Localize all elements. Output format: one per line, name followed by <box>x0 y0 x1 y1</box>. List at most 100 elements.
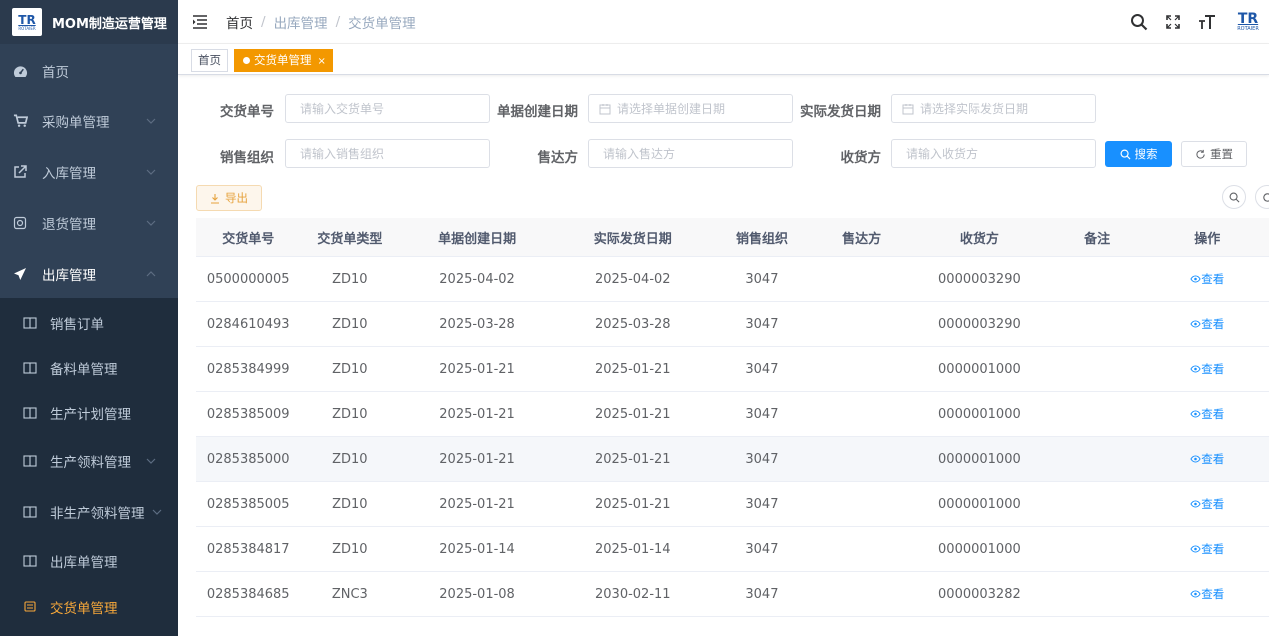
chevron-down-icon <box>146 458 156 464</box>
sidebar-item-home[interactable]: 首页 <box>0 46 178 96</box>
sidebar-item-returns[interactable]: 退货管理 <box>0 198 178 248</box>
table-cell: 0000001000 <box>938 541 1021 557</box>
table-cell: 0284610493 <box>206 316 290 332</box>
table-row[interactable]: 0285385005 ZD10 2025-01-21 2025-01-21 3047 00… <box>196 482 1269 527</box>
sidebar-subitem-production-picking[interactable]: 生产领料管理 <box>0 438 178 483</box>
chevron-down-icon <box>146 118 156 124</box>
tags-view: 首页 交货单管理 × <box>178 44 1269 75</box>
table-cell-actions: 查看 <box>1146 586 1269 602</box>
sidebar-item-outbound[interactable]: 出库管理 <box>0 249 178 299</box>
view-link-label: 查看 <box>1201 407 1225 421</box>
table-cell-actions: 查看 <box>1146 496 1269 512</box>
table-cell: 0500000005 <box>206 271 290 287</box>
sidebar-subitem-outbound-order[interactable]: 出库单管理 <box>0 538 178 583</box>
sales-org-input[interactable]: 请输入销售组织 <box>285 139 490 168</box>
table-header: 交货单号 交货单类型 单据创建日期 实际发货日期 销售组织 售达方 收货方 备注… <box>196 218 1269 257</box>
search-icon[interactable] <box>1129 12 1149 32</box>
ship-date-label: 实际发货日期 <box>800 104 881 120</box>
view-link[interactable]: 查看 <box>1190 497 1224 511</box>
sidebar-subitem-label: 非生产领料管理 <box>50 505 145 522</box>
table-cell: 3047 <box>745 541 779 557</box>
sidebar-subitem-label: 销售订单 <box>50 316 104 333</box>
ship-date-picker[interactable]: 请选择实际发货日期 <box>891 94 1096 123</box>
sidebar-subitem-material-prep[interactable]: 备料单管理 <box>0 345 178 390</box>
table-row[interactable]: 0285384685 ZNC3 2025-01-08 2030-02-11 3047 00… <box>196 572 1269 617</box>
sidebar-item-inbound[interactable]: 入库管理 <box>0 147 178 197</box>
column-header: 交货单号 <box>222 231 275 247</box>
table-cell: 0285384685 <box>206 586 290 602</box>
table-cell: 2025-01-21 <box>439 361 515 377</box>
view-link[interactable]: 查看 <box>1190 587 1224 601</box>
book-icon <box>22 504 38 520</box>
table-cell: 0285384999 <box>206 361 290 377</box>
book-icon <box>22 360 38 376</box>
delivery-no-label: 交货单号 <box>220 104 274 120</box>
eye-icon <box>1190 410 1201 418</box>
tag-label: 首页 <box>198 53 221 67</box>
breadcrumb-separator: / <box>261 13 266 30</box>
fullscreen-icon[interactable] <box>1163 12 1183 32</box>
table-cell: 3047 <box>745 271 779 287</box>
create-date-picker[interactable]: 请选择单据创建日期 <box>588 94 793 123</box>
view-link[interactable]: 查看 <box>1190 272 1224 286</box>
font-size-icon[interactable] <box>1197 12 1217 32</box>
view-link[interactable]: 查看 <box>1190 452 1224 466</box>
active-dot-icon <box>243 57 250 64</box>
menu-fold-icon[interactable] <box>192 14 208 30</box>
sidebar-subitem-production-plan[interactable]: 生产计划管理 <box>0 390 178 435</box>
table-cell: 2025-01-21 <box>595 496 671 512</box>
table-row[interactable]: 0285384999 ZD10 2025-01-21 2025-01-21 3047 00… <box>196 347 1269 392</box>
tag-delivery-order[interactable]: 交货单管理 × <box>234 49 333 72</box>
table-cell-actions: 查看 <box>1146 541 1269 557</box>
table-cell: ZD10 <box>332 316 368 332</box>
logo-subtext: ROTAIER <box>18 25 36 31</box>
view-link[interactable]: 查看 <box>1190 362 1224 376</box>
table-cell: 2025-01-14 <box>439 541 515 557</box>
reset-button[interactable]: 重置 <box>1181 141 1247 167</box>
table-row[interactable]: 0500000005 ZD10 2025-04-02 2025-04-02 3047 00… <box>196 257 1269 302</box>
table-cell: ZD10 <box>332 451 368 467</box>
table-cell: ZD10 <box>332 406 368 422</box>
tag-home[interactable]: 首页 <box>191 49 228 72</box>
sold-to-input[interactable]: 请输入售达方 <box>588 139 793 168</box>
sidebar-item-label: 出库管理 <box>42 268 96 284</box>
view-link[interactable]: 查看 <box>1190 542 1224 556</box>
logo-bar[interactable]: TR ROTAIER MOM制造运营管理 <box>0 0 178 44</box>
close-icon[interactable]: × <box>318 56 326 67</box>
sidebar-subitem-label: 生产计划管理 <box>50 406 131 423</box>
search-icon <box>1229 192 1239 202</box>
table-cell: 2025-01-21 <box>595 406 671 422</box>
table-cell: 0000003290 <box>938 271 1021 287</box>
delivery-no-input[interactable]: 请输入交货单号 <box>285 94 490 123</box>
view-link[interactable]: 查看 <box>1190 407 1224 421</box>
table-cell: 0000001000 <box>938 406 1021 422</box>
table-cell: 0285385000 <box>206 451 290 467</box>
table-row[interactable]: 0285385000 ZD10 2025-01-21 2025-01-21 3047 00… <box>196 437 1269 482</box>
search-button[interactable]: 搜索 <box>1105 141 1172 167</box>
view-link-label: 查看 <box>1201 542 1225 556</box>
sidebar-subitem-sales-order[interactable]: 销售订单 <box>0 300 178 345</box>
cart-icon <box>12 113 28 129</box>
view-link[interactable]: 查看 <box>1190 317 1224 331</box>
table-row[interactable]: 0285385009 ZD10 2025-01-21 2025-01-21 3047 00… <box>196 392 1269 437</box>
view-link-label: 查看 <box>1201 272 1225 286</box>
sidebar-item-purchase[interactable]: 采购单管理 <box>0 96 178 146</box>
search-icon <box>1120 149 1131 160</box>
table-cell: 2025-01-21 <box>595 451 671 467</box>
breadcrumb-home[interactable]: 首页 <box>226 12 253 32</box>
refresh-button[interactable] <box>1255 185 1269 209</box>
brand-logo-text: TR <box>1237 10 1259 27</box>
view-link-label: 查看 <box>1201 587 1225 601</box>
export-button[interactable]: 导出 <box>196 185 262 211</box>
toggle-search-button[interactable] <box>1222 185 1246 209</box>
table-cell: 2025-01-14 <box>595 541 671 557</box>
table-row[interactable]: 0284610493 ZD10 2025-03-28 2025-03-28 3047 00… <box>196 302 1269 347</box>
table-row[interactable]: 0285384817 ZD10 2025-01-14 2025-01-14 3047 00… <box>196 527 1269 572</box>
sidebar-subitem-delivery-order[interactable]: 交货单管理 <box>0 584 178 629</box>
eye-icon <box>1190 545 1201 553</box>
sidebar-subitem-nonproduction-picking[interactable]: 非生产领料管理 <box>0 489 178 534</box>
book-icon <box>22 405 38 421</box>
external-link-icon <box>12 164 28 180</box>
eye-icon <box>1190 365 1201 373</box>
ship-to-input[interactable]: 请输入收货方 <box>891 139 1096 168</box>
